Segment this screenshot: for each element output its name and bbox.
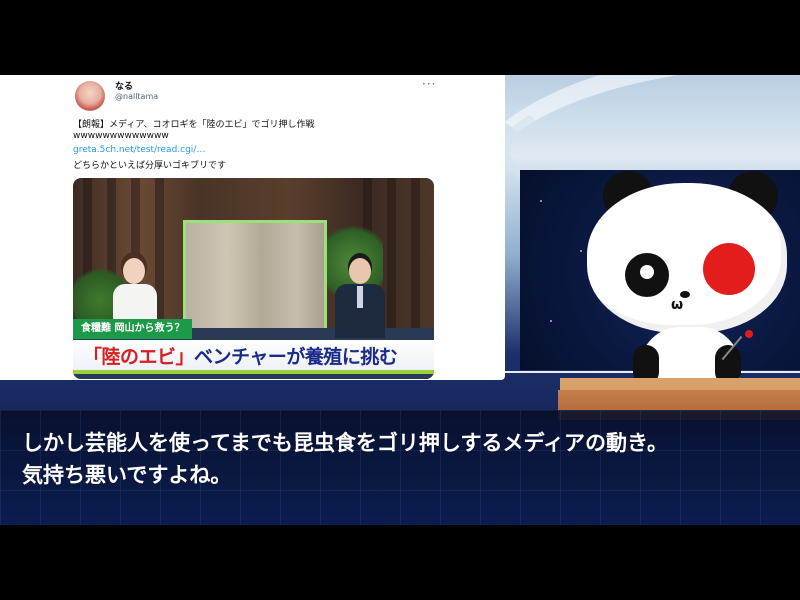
video-frame: なる @nalltama ··· 【朗報】メディア、コオロギを「陸のエビ」でゴリ… — [0, 75, 800, 525]
news-caption-rest: ベンチャーが養殖に挑む — [194, 346, 398, 368]
tweet-media-image[interactable]: 食糧難 岡山から救う？ 「陸のエビ」ベンチャーが養殖に挑む — [73, 178, 434, 379]
tweet-user-handle: @nalltama — [115, 92, 159, 101]
subtitle-line-1: しかし芸能人を使ってまでも昆虫食をゴリ押しするメディアの動き。 — [22, 431, 668, 455]
panda-pupil — [640, 265, 654, 279]
news-caption-text: 「陸のエビ」ベンチャーが養殖に挑む — [83, 342, 398, 369]
tweet-card[interactable]: なる @nalltama ··· 【朗報】メディア、コオロギを「陸のエビ」でゴリ… — [0, 75, 505, 380]
tweet-user-name[interactable]: なる — [115, 79, 133, 92]
tweet-text-line: wwwwwwwwwwwww — [73, 131, 169, 141]
news-caption-bar: 「陸のエビ」ベンチャーが養殖に挑む — [73, 340, 434, 374]
panda-eye-patch-right — [703, 243, 755, 295]
studio-screen-panel — [183, 220, 327, 341]
news-caption-highlight: 「陸のエビ」 — [83, 346, 195, 368]
microphone-icon — [745, 330, 753, 338]
panda-head — [587, 183, 787, 333]
panda-mouth: ω — [671, 297, 684, 313]
tweet-text-line: どちらかといえば分厚いゴキブリです — [73, 161, 227, 171]
tweet-text-line: 【朗報】メディア、コオロギを「陸のエビ」でゴリ押し作戦 — [73, 120, 315, 130]
more-horizontal-icon[interactable]: ··· — [422, 77, 436, 91]
tweet-link[interactable]: greta.5ch.net/test/read.cgi/… — [73, 145, 205, 155]
news-caption-tag: 食糧難 岡山から救う？ — [73, 319, 193, 339]
panda-mascot: ω — [585, 167, 790, 385]
avatar[interactable] — [75, 81, 105, 111]
male-presenter — [335, 258, 385, 338]
subtitle-line-2: 気持ち悪いですよね。 — [22, 463, 232, 487]
news-desk-top — [560, 378, 800, 390]
